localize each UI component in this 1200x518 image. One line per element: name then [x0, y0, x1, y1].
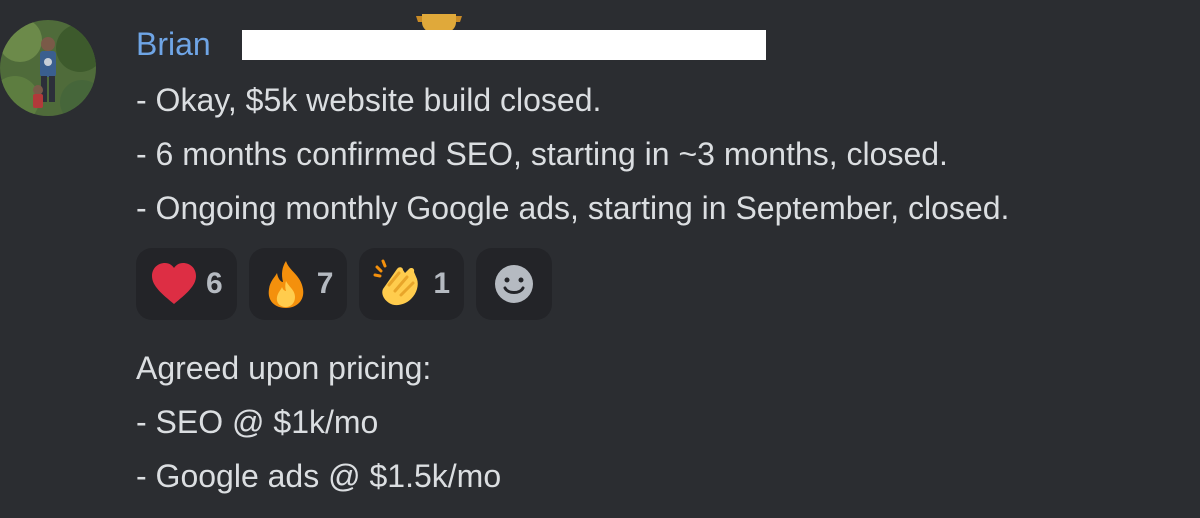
message-line-3: - Ongoing monthly Google ads, starting i…: [136, 190, 1010, 226]
message-line-2: - 6 months confirmed SEO, starting in ~3…: [136, 136, 948, 172]
message-author[interactable]: Brian: [136, 24, 211, 64]
followup-line-3: - Google ads @ $1.5k/mo: [136, 458, 502, 494]
fire-icon: [268, 261, 303, 308]
message-line-1: - Okay, $5k website build closed.: [136, 82, 602, 118]
reaction-fire[interactable]: 7: [248, 248, 348, 320]
heart-icon: [152, 263, 196, 304]
reaction-count: 1: [433, 267, 451, 300]
add-reaction-button[interactable]: [476, 248, 553, 320]
reaction-count: 7: [316, 267, 334, 300]
avatar[interactable]: [0, 20, 96, 116]
reaction-clap[interactable]: 1: [359, 248, 465, 320]
reactions-bar: 6 7 1: [136, 248, 553, 320]
followup-line-2: - SEO @ $1k/mo: [136, 404, 379, 440]
reaction-count: 6: [206, 267, 223, 300]
followup-line-1: Agreed upon pricing:: [136, 350, 432, 386]
clapping-hands-icon: [373, 259, 419, 306]
redacted-name-block: [242, 30, 766, 60]
smiley-add-reaction-icon: [495, 265, 534, 303]
avatar-photo: [0, 20, 96, 116]
reaction-heart[interactable]: 6: [136, 248, 237, 320]
